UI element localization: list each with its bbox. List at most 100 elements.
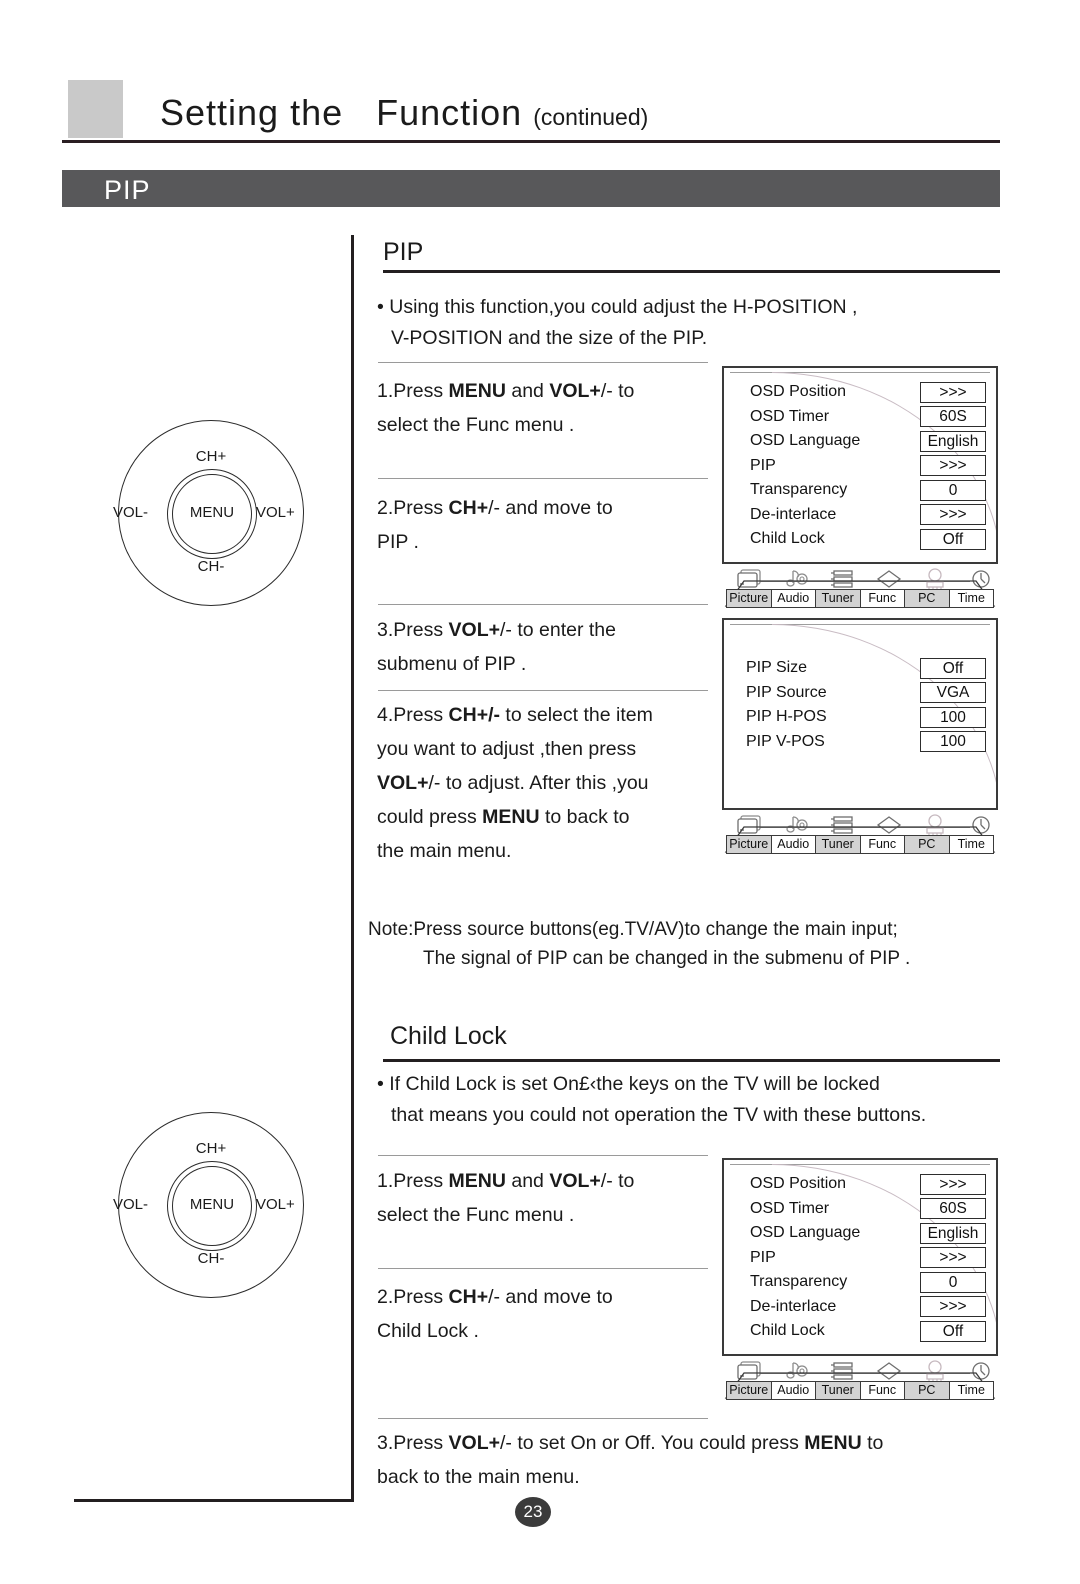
osd-menu-row-value[interactable]: 60S	[920, 1198, 986, 1220]
osd-tab-tuner[interactable]: Tuner	[816, 836, 861, 853]
osd-menu-row-value[interactable]: >>>	[920, 504, 986, 526]
osd-menu-row-label: OSD Timer	[750, 407, 830, 425]
osd-tab-tuner[interactable]: Tuner	[816, 589, 861, 607]
osd-tab-tuner[interactable]: Tuner	[816, 1381, 861, 1399]
osd-menu-row-value[interactable]: >>>	[920, 455, 986, 477]
osd-tab-func[interactable]: Func	[860, 836, 905, 853]
osd-tab-pc[interactable]: PC	[905, 836, 950, 853]
osd-menu-row[interactable]: OSD Position >>>	[750, 380, 986, 405]
step-tail: /- and move to	[488, 497, 613, 519]
step-key-menu: MENU	[482, 806, 540, 828]
osd-menu-row[interactable]: OSD Language English	[750, 1221, 986, 1246]
osd-menu-row[interactable]: PIP >>>	[750, 1246, 986, 1271]
step-key-vol: VOL+	[549, 1170, 601, 1192]
osd-tab-audio[interactable]: Audio	[771, 589, 816, 607]
osd-func-menu-screenshot-2: OSD Position >>> OSD Timer 60S OSD Language E…	[722, 1158, 998, 1404]
child-lock-heading-rule	[383, 1059, 1000, 1062]
bullet-dot: •	[377, 1073, 384, 1095]
osd-menu-row-value[interactable]: 100	[920, 706, 986, 728]
osd-menu-row-label: PIP Size	[746, 659, 808, 677]
child-lock-step-2: 2.Press CH+/- and move to Child Lock .	[377, 1280, 707, 1348]
pip-heading-rule	[383, 270, 1000, 273]
osd-tab-strip: Picture Audio Tuner Func PC Time	[722, 566, 998, 612]
child-lock-step2-rule	[378, 1268, 708, 1269]
osd-menu-row-label: Child Lock	[750, 530, 825, 548]
osd-menu-row-value[interactable]: English	[920, 430, 986, 452]
step-key-menu: MENU	[804, 1432, 862, 1454]
osd-tab-time[interactable]: Time	[949, 589, 993, 607]
osd-menu-row-value[interactable]: VGA	[920, 682, 986, 704]
step-prefix: 3.Press	[377, 619, 449, 641]
osd-tab-picture[interactable]: Picture	[727, 836, 772, 853]
step4-l1a: 4.Press	[377, 704, 449, 726]
osd-tab-time[interactable]: Time	[949, 836, 993, 853]
osd-tab-func[interactable]: Func	[860, 589, 905, 607]
osd-menu-row[interactable]: De-interlace >>>	[750, 503, 986, 528]
step-line2: Child Lock .	[377, 1320, 479, 1342]
osd-menu-row-value[interactable]: >>>	[920, 1247, 986, 1269]
osd-menu-row[interactable]: PIP Size Off	[746, 656, 986, 681]
osd-tab-picture[interactable]: Picture	[727, 589, 772, 607]
osd-menu-row-value[interactable]: Off	[920, 528, 986, 550]
step-prefix: 2.Press	[377, 1286, 449, 1308]
osd-tab-picture[interactable]: Picture	[727, 1381, 772, 1399]
cl-step3-l2: back to the main menu.	[377, 1466, 580, 1488]
osd-tab-strip: Picture Audio Tuner Func PC Time	[722, 812, 998, 858]
osd-menu-row[interactable]: Child Lock Off	[750, 1319, 986, 1344]
pip-heading: PIP	[383, 238, 424, 266]
osd-menu-row-label: PIP V-POS	[746, 732, 825, 750]
osd-menu-row-label: Child Lock	[750, 1322, 825, 1340]
osd-menu-row-value[interactable]: >>>	[920, 1173, 986, 1195]
osd-tab-func[interactable]: Func	[860, 1381, 905, 1399]
osd-menu-row[interactable]: Transparency 0	[750, 478, 986, 503]
osd-screen: OSD Position >>> OSD Timer 60S OSD Language E…	[722, 366, 998, 564]
osd-menu-row-value[interactable]: 0	[920, 479, 986, 501]
osd-menu-row[interactable]: OSD Position >>>	[750, 1172, 986, 1197]
osd-rows-container: OSD Position >>> OSD Timer 60S OSD Language E…	[724, 1160, 996, 1354]
step4-l4c: to back to	[539, 806, 630, 828]
cl-step3-l1a: 3.Press	[377, 1432, 449, 1454]
osd-menu-row[interactable]: OSD Timer 60S	[750, 405, 986, 430]
osd-tab-audio[interactable]: Audio	[771, 1381, 816, 1399]
step-line2: submenu of PIP .	[377, 653, 527, 675]
osd-menu-row[interactable]: De-interlace >>>	[750, 1295, 986, 1320]
osd-tab-time[interactable]: Time	[949, 1381, 993, 1399]
osd-menu-row[interactable]: PIP >>>	[750, 454, 986, 479]
osd-menu-row-label: OSD Language	[750, 1224, 861, 1242]
step-tail: /- to enter the	[500, 619, 616, 641]
osd-menu-row-label: PIP	[750, 1248, 776, 1266]
osd-menu-row[interactable]: PIP Source VGA	[746, 681, 986, 706]
osd-menu-row[interactable]: PIP H-POS 100	[746, 705, 986, 730]
osd-menu-row-value[interactable]: 100	[920, 731, 986, 753]
osd-menu-row[interactable]: OSD Language English	[750, 429, 986, 454]
child-lock-step3-rule	[378, 1418, 708, 1419]
note-line-2: The signal of PIP can be changed in the …	[423, 948, 911, 969]
osd-tab-pc[interactable]: PC	[905, 1381, 950, 1399]
step-key-ch: CH+/-	[448, 704, 500, 726]
remote-dial-pip: CH+ VOL- MENU VOL+ CH-	[113, 420, 314, 606]
dial-label-ch-up: CH+	[195, 448, 227, 465]
osd-tab-audio[interactable]: Audio	[771, 836, 816, 853]
osd-menu-row[interactable]: OSD Timer 60S	[750, 1197, 986, 1222]
osd-menu-row[interactable]: Transparency 0	[750, 1270, 986, 1295]
step-line2: select the Func menu .	[377, 414, 575, 436]
osd-rows-container: PIP Size Off PIP Source VGA PIP H-POS 100 PIP …	[724, 620, 996, 764]
osd-menu-row-value[interactable]: 60S	[920, 406, 986, 428]
osd-menu-row-value[interactable]: 0	[920, 1271, 986, 1293]
osd-menu-row[interactable]: PIP V-POS 100	[746, 730, 986, 755]
osd-menu-row[interactable]: Child Lock Off	[750, 527, 986, 552]
pip-step3-rule	[378, 604, 708, 605]
osd-menu-row-value[interactable]: >>>	[920, 381, 986, 403]
step-tail: /- and move to	[488, 1286, 613, 1308]
osd-menu-row-value[interactable]: Off	[920, 657, 986, 679]
osd-menu-row-value[interactable]: Off	[920, 1320, 986, 1342]
pip-step-1: 1.Press MENU and VOL+/- to select the Fu…	[377, 374, 707, 442]
osd-tab-pc[interactable]: PC	[905, 589, 950, 607]
osd-menu-row-value[interactable]: English	[920, 1222, 986, 1244]
osd-menu-row-label: PIP	[750, 456, 776, 474]
child-lock-heading: Child Lock	[390, 1022, 507, 1050]
child-lock-step1-rule	[378, 1155, 708, 1156]
section-banner-label: PIP	[104, 175, 151, 205]
osd-menu-row-value[interactable]: >>>	[920, 1296, 986, 1318]
dial-label-ch-down: CH-	[197, 558, 225, 575]
